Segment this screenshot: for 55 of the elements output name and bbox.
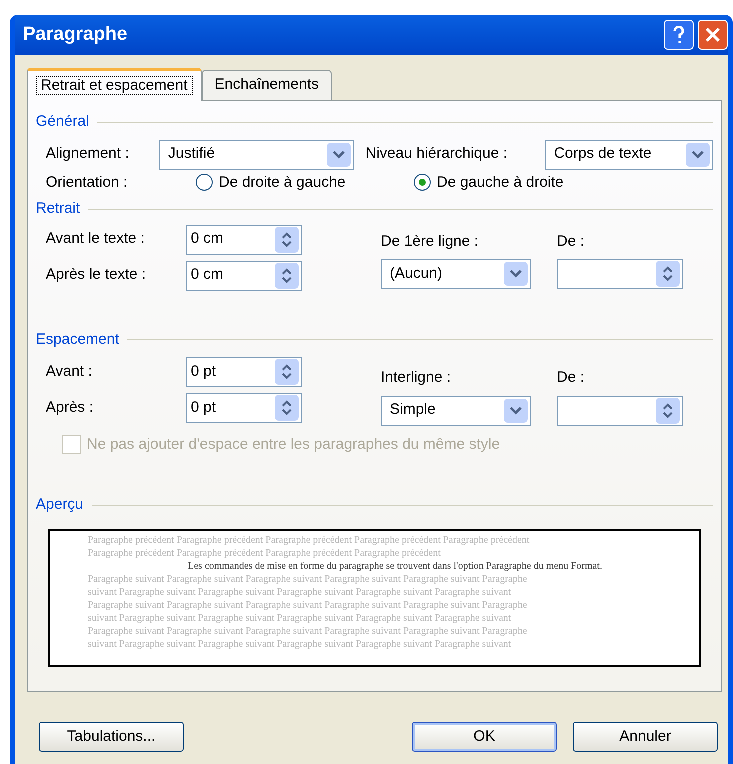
radio-button[interactable] [196,174,213,192]
dialog-button[interactable]: OK [412,722,557,752]
field-label: De 1ère ligne : [381,232,480,252]
preview-text-line: suivant Paragraphe suivant Paragraphe suivant Paragraphe suivant Paragraphe suivant Paragraphe suivant [88,612,512,624]
preview-text-line: Les commandes de mise en forme du paragraphe se trouvent dans l'option Paragraphe du menu Format. [187,560,604,572]
help-button[interactable] [664,20,694,50]
dropdown[interactable]: (Aucun) [381,259,531,289]
dropdown[interactable]: Justifié [159,140,354,170]
section-title: Général [36,112,90,132]
field-label: De gauche à droite [437,172,564,192]
field-label: Orientation : [46,172,129,192]
section-title: Retrait [36,199,80,219]
spin-arrows-icon [656,398,680,424]
preview-text-line: suivant Paragraphe suivant Paragraphe suivant Paragraphe suivant Paragraphe suivant Paragraphe suivant [88,586,512,598]
field-label: Avant le texte : [46,229,146,250]
window-title: Paragraphe [23,22,129,47]
field-label: Après : [46,398,95,418]
preview-text-line: Paragraphe suivant Paragraphe suivant Paragraphe suivant Paragraphe suivant Paragraphe suivant Paragraphe [88,598,528,612]
field-label: Interligne : [381,368,452,388]
dropdown[interactable]: Simple [381,396,531,426]
section-title: Espacement [36,330,120,350]
spin-arrows-icon [275,262,299,288]
field-label: Ne pas ajouter d'espace entre les paragraphes du même style [87,434,500,454]
preview-text-line: Paragraphe suivant Paragraphe suivant Paragraphe suivant Paragraphe suivant Paragraphe suivant Paragraphe [88,624,528,638]
close-icon [705,27,721,43]
tab[interactable]: Enchaînements [202,70,332,100]
preview-text-line: Paragraphe suivant Paragraphe suivant Paragraphe suivant Paragraphe suivant Paragraphe suivant Paragraphe [88,572,528,586]
spin-arrows-icon [275,226,299,252]
field-label: Alignement : [46,144,130,164]
spin-field[interactable] [557,259,683,289]
field-label: Après le texte : [46,265,148,286]
spin-field[interactable]: 0 cm [186,224,302,254]
section-title: Aperçu [36,495,84,515]
dropdown[interactable]: Corps de texte [545,140,713,170]
spin-field[interactable] [557,396,683,426]
preview-text-line: Paragraphe précédent Paragraphe précédent Paragraphe précédent Paragraphe précédent [88,546,442,560]
preview-text-line: Paragraphe précédent Paragraphe précédent Paragraphe précédent Paragraphe précédent Paragraphe précédent [88,534,531,546]
close-button[interactable] [698,20,728,50]
field-label: De : [557,368,586,388]
spin-field[interactable]: 0 pt [186,393,302,423]
field-label: Avant : [46,362,94,382]
field-label: De : [557,232,586,252]
field-label: De droite à gauche [219,172,346,192]
tab[interactable]: Retrait et espacement [27,68,202,101]
dialog-button[interactable]: Annuler [573,722,718,752]
spin-field[interactable]: 0 cm [186,260,302,290]
spin-field[interactable]: 0 pt [186,357,302,387]
help-icon [673,26,685,44]
field-label: Niveau hiérarchique : [366,144,509,164]
spin-arrows-icon [275,395,299,421]
spin-arrows-icon [656,261,680,287]
spin-arrows-icon [275,359,299,385]
radio-button[interactable] [414,174,431,192]
dialog-button[interactable]: Tabulations... [39,722,184,752]
preview-text-line: suivant Paragraphe suivant Paragraphe suivant Paragraphe suivant Paragraphe suivant Paragraphe suivant [88,638,512,650]
